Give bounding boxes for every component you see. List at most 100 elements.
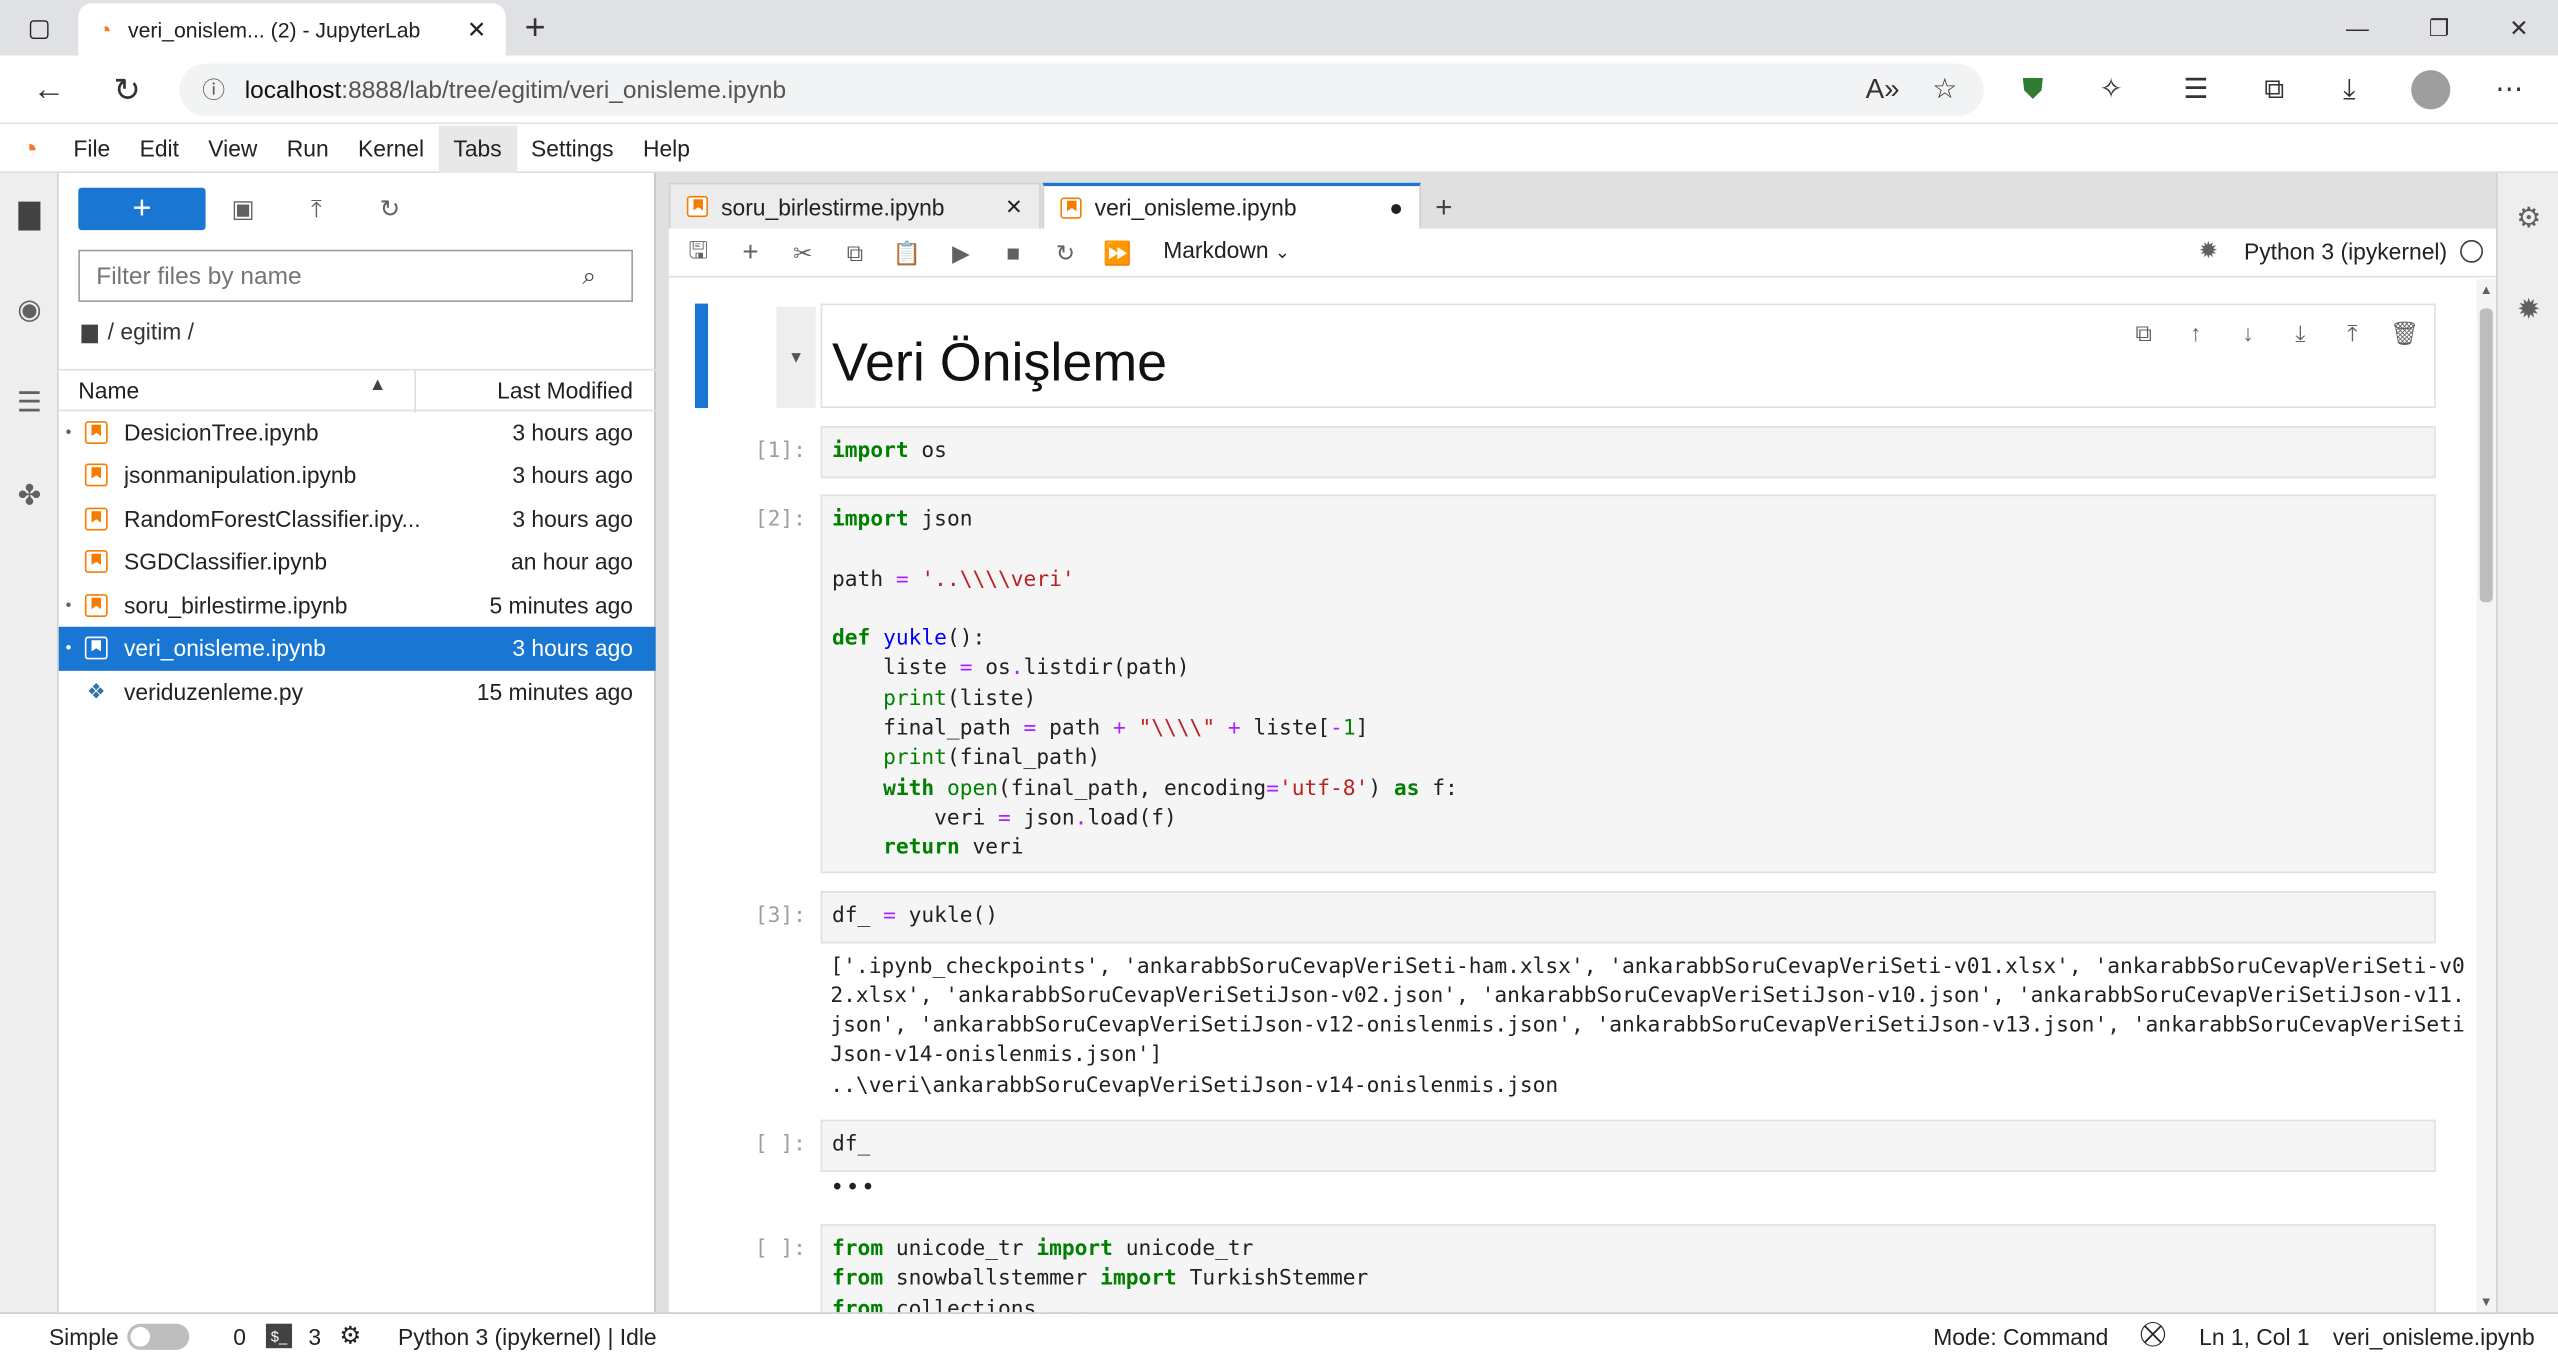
minimize-icon[interactable]: — xyxy=(2318,0,2396,55)
property-inspector-icon[interactable]: ⚙ xyxy=(2506,196,2552,242)
cell-type-select[interactable]: Markdown ⌄ xyxy=(1163,237,1290,263)
notebook-scrollbar[interactable]: ▲ ▼ xyxy=(2476,279,2497,1313)
folder-icon[interactable]: ▇ xyxy=(7,193,53,239)
back-icon[interactable]: ← xyxy=(23,65,75,114)
collapsed-output-ellipsis[interactable]: ••• xyxy=(830,1174,2445,1204)
unsaved-dot-icon[interactable]: ● xyxy=(1389,194,1403,220)
menu-edit[interactable]: Edit xyxy=(125,125,194,172)
scroll-down-icon[interactable]: ▼ xyxy=(2480,1294,2493,1309)
menu-file[interactable]: File xyxy=(59,125,125,172)
code-cell-4[interactable]: df_ xyxy=(820,1119,2436,1172)
duplicate-cell-icon[interactable]: ⧉ xyxy=(2122,315,2164,351)
notebook-icon xyxy=(84,421,108,445)
new-folder-icon[interactable]: ▣ xyxy=(222,189,264,228)
file-modified: an hour ago xyxy=(511,548,633,575)
collections-icon[interactable]: ⧉ xyxy=(2251,69,2297,111)
favorites-icon[interactable]: ☰ xyxy=(2173,69,2219,111)
markdown-cell[interactable]: Veri Önişleme ⧉ ↑ ↓ ⤓ ⤒ 🗑 xyxy=(820,303,2436,409)
extension-manager-icon[interactable]: ✤ xyxy=(7,473,53,519)
file-filter-input[interactable]: Filter files by name ⌕ xyxy=(78,249,633,302)
menu-tabs[interactable]: Tabs xyxy=(438,124,517,173)
copy-icon[interactable]: ⧉ xyxy=(834,235,876,271)
doc-tab-soru-birlestirme[interactable]: soru_birlestirme.ipynb ✕ xyxy=(668,182,1041,229)
reload-icon[interactable]: ↻ xyxy=(101,65,153,114)
kernel-sessions-icon[interactable]: ⚙ xyxy=(339,1320,361,1350)
kernel-name: Python 3 (ipykernel) xyxy=(2243,237,2448,264)
kernel-status[interactable]: Python 3 (ipykernel) | Idle xyxy=(398,1324,657,1350)
menu-settings[interactable]: Settings xyxy=(516,125,628,172)
run-all-icon[interactable]: ⏩ xyxy=(1096,235,1138,271)
code-cell-1[interactable]: import os xyxy=(820,426,2436,479)
paste-icon[interactable]: 📋 xyxy=(886,235,928,271)
shield-extension-icon[interactable]: ⛊ xyxy=(2010,69,2056,111)
run-icon[interactable]: ▶ xyxy=(940,235,982,271)
debugger-icon[interactable]: ✹ xyxy=(2199,237,2218,265)
cell-prompt: [ ]: xyxy=(754,1237,806,1262)
file-row[interactable]: ❖ veriduzenleme.py 15 minutes ago xyxy=(59,671,656,714)
menu-run[interactable]: Run xyxy=(272,125,343,172)
upload-icon[interactable]: ⤒ xyxy=(295,189,337,228)
file-row[interactable]: SGDClassifier.ipynb an hour ago xyxy=(59,540,656,583)
add-favorite-icon[interactable]: ☆ xyxy=(1922,69,1968,111)
column-name[interactable]: Name xyxy=(78,377,139,403)
cut-icon[interactable]: ✂ xyxy=(781,235,823,271)
trusted-icon[interactable]: ⛒ xyxy=(2140,1320,2165,1348)
menu-help[interactable]: Help xyxy=(628,125,704,172)
close-icon[interactable]: ✕ xyxy=(1005,193,1023,219)
scroll-up-icon[interactable]: ▲ xyxy=(2480,282,2493,297)
more-icon[interactable]: ⋯ xyxy=(2486,69,2532,111)
url-bar[interactable]: ⓘ localhost:8888/lab/tree/egitim/veri_on… xyxy=(179,63,1984,116)
output-line: 2.xlsx', 'ankarabbSoruCevapVeriSetiJson-… xyxy=(830,984,2465,1009)
collapse-heading-icon[interactable]: ▼ xyxy=(776,306,816,409)
new-tab-icon[interactable]: + xyxy=(516,7,555,48)
restart-icon[interactable]: ↻ xyxy=(1044,235,1086,271)
file-row[interactable]: • DesicionTree.ipynb 3 hours ago xyxy=(59,411,656,454)
move-up-icon[interactable]: ↑ xyxy=(2175,315,2217,351)
column-last-modified[interactable]: Last Modified xyxy=(497,377,633,403)
sort-ascending-icon[interactable]: ▲ xyxy=(369,375,387,395)
read-aloud-icon[interactable]: A» xyxy=(1860,69,1906,111)
browser-tab[interactable]: ◔ veri_onislem... (2) - JupyterLab ✕ xyxy=(78,3,506,56)
kernel-indicator[interactable]: ✹ Python 3 (ipykernel) xyxy=(2199,237,2483,265)
insert-cell-icon[interactable]: + xyxy=(729,235,771,271)
menu-view[interactable]: View xyxy=(194,125,272,172)
code-cell-5[interactable]: from unicode_tr import unicode_tr from s… xyxy=(820,1224,2436,1313)
tab-actions-icon[interactable]: ▢ xyxy=(20,11,59,44)
move-down-icon[interactable]: ↓ xyxy=(2227,315,2269,351)
kernel-count[interactable]: 3 xyxy=(308,1324,321,1350)
jupyter-menubar: ◔ File Edit View Run Kernel Tabs Setting… xyxy=(0,124,2558,174)
info-icon[interactable]: ⓘ xyxy=(202,73,225,106)
new-launcher-button[interactable]: + xyxy=(78,187,206,231)
save-icon[interactable]: 🖫 xyxy=(677,235,719,271)
file-row[interactable]: • veri_onisleme.ipynb 3 hours ago xyxy=(58,626,656,671)
breadcrumb-path[interactable]: / egitim / xyxy=(108,318,194,344)
stop-icon[interactable]: ■ xyxy=(992,235,1034,271)
doc-tab-veri-onisleme[interactable]: veri_onisleme.ipynb ● xyxy=(1042,182,1421,229)
close-tab-icon[interactable]: ✕ xyxy=(467,16,486,44)
file-row[interactable]: jsonmanipulation.ipynb 3 hours ago xyxy=(59,454,656,497)
insert-above-icon[interactable]: ⤒ xyxy=(2331,315,2373,351)
downloads-icon[interactable]: ⤓ xyxy=(2326,69,2372,111)
close-window-icon[interactable]: ✕ xyxy=(2480,0,2558,55)
simple-mode-toggle[interactable] xyxy=(127,1323,190,1350)
profile-avatar[interactable] xyxy=(2411,70,2451,110)
restore-icon[interactable]: ❐ xyxy=(2400,0,2478,55)
insert-below-icon[interactable]: ⤓ xyxy=(2279,315,2321,351)
code-cell-2[interactable]: import json path = '..\\\\veri' def yukl… xyxy=(820,494,2436,874)
file-row[interactable]: RandomForestClassifier.ipy... 3 hours ago xyxy=(59,498,656,541)
refresh-icon[interactable]: ↻ xyxy=(369,189,411,228)
running-icon[interactable]: ◉ xyxy=(7,287,53,333)
cursor-position[interactable]: Ln 1, Col 1 xyxy=(2199,1324,2309,1350)
new-tab-icon[interactable]: + xyxy=(1426,189,1462,225)
file-row[interactable]: • soru_birlestirme.ipynb 5 minutes ago xyxy=(59,584,656,627)
delete-cell-icon[interactable]: 🗑 xyxy=(2383,315,2425,351)
extensions-icon[interactable]: ✧ xyxy=(2088,69,2134,111)
toc-icon[interactable]: ☰ xyxy=(7,380,53,426)
menu-kernel[interactable]: Kernel xyxy=(343,125,438,172)
terminal-icon[interactable]: $_ xyxy=(265,1323,293,1349)
scrollbar-thumb[interactable] xyxy=(2479,308,2493,603)
terminal-count[interactable]: 0 xyxy=(233,1324,246,1350)
debugger-icon[interactable]: ✹ xyxy=(2506,287,2552,333)
code-cell-3[interactable]: df_ = yukle() xyxy=(820,891,2436,944)
folder-icon[interactable]: ▆ xyxy=(82,318,98,344)
